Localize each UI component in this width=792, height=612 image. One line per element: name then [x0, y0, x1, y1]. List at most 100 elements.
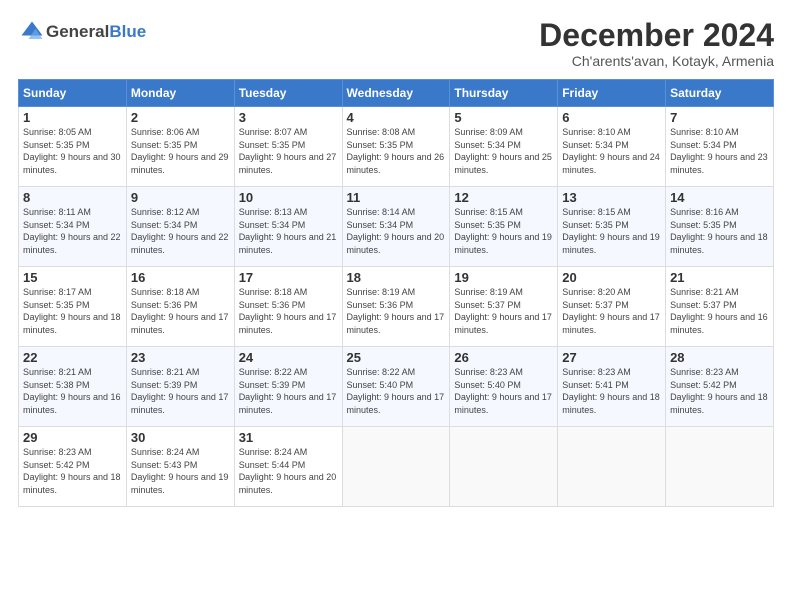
day-number: 3 [239, 110, 338, 125]
table-row: 5Sunrise: 8:09 AM Sunset: 5:34 PM Daylig… [450, 107, 558, 187]
table-row [342, 427, 450, 507]
day-number: 12 [454, 190, 553, 205]
table-row: 25Sunrise: 8:22 AM Sunset: 5:40 PM Dayli… [342, 347, 450, 427]
table-row: 4Sunrise: 8:08 AM Sunset: 5:35 PM Daylig… [342, 107, 450, 187]
logo-blue-text: Blue [109, 22, 146, 42]
table-row: 8Sunrise: 8:11 AM Sunset: 5:34 PM Daylig… [19, 187, 127, 267]
day-number: 7 [670, 110, 769, 125]
calendar-week-row: 29Sunrise: 8:23 AM Sunset: 5:42 PM Dayli… [19, 427, 774, 507]
table-row: 26Sunrise: 8:23 AM Sunset: 5:40 PM Dayli… [450, 347, 558, 427]
calendar-week-row: 8Sunrise: 8:11 AM Sunset: 5:34 PM Daylig… [19, 187, 774, 267]
day-number: 8 [23, 190, 122, 205]
calendar-week-row: 15Sunrise: 8:17 AM Sunset: 5:35 PM Dayli… [19, 267, 774, 347]
table-row [558, 427, 666, 507]
cell-details: Sunrise: 8:13 AM Sunset: 5:34 PM Dayligh… [239, 206, 338, 256]
col-thursday: Thursday [450, 80, 558, 107]
day-number: 17 [239, 270, 338, 285]
day-number: 19 [454, 270, 553, 285]
cell-details: Sunrise: 8:06 AM Sunset: 5:35 PM Dayligh… [131, 126, 230, 176]
table-row: 19Sunrise: 8:19 AM Sunset: 5:37 PM Dayli… [450, 267, 558, 347]
calendar-header-row: Sunday Monday Tuesday Wednesday Thursday… [19, 80, 774, 107]
cell-details: Sunrise: 8:19 AM Sunset: 5:36 PM Dayligh… [347, 286, 446, 336]
table-row: 22Sunrise: 8:21 AM Sunset: 5:38 PM Dayli… [19, 347, 127, 427]
calendar-week-row: 22Sunrise: 8:21 AM Sunset: 5:38 PM Dayli… [19, 347, 774, 427]
day-number: 18 [347, 270, 446, 285]
table-row: 11Sunrise: 8:14 AM Sunset: 5:34 PM Dayli… [342, 187, 450, 267]
table-row: 29Sunrise: 8:23 AM Sunset: 5:42 PM Dayli… [19, 427, 127, 507]
cell-details: Sunrise: 8:19 AM Sunset: 5:37 PM Dayligh… [454, 286, 553, 336]
logo-icon [18, 18, 46, 46]
logo: GeneralBlue [18, 18, 146, 46]
cell-details: Sunrise: 8:20 AM Sunset: 5:37 PM Dayligh… [562, 286, 661, 336]
day-number: 6 [562, 110, 661, 125]
day-number: 15 [23, 270, 122, 285]
day-number: 1 [23, 110, 122, 125]
cell-details: Sunrise: 8:23 AM Sunset: 5:42 PM Dayligh… [23, 446, 122, 496]
col-wednesday: Wednesday [342, 80, 450, 107]
day-number: 22 [23, 350, 122, 365]
table-row: 2Sunrise: 8:06 AM Sunset: 5:35 PM Daylig… [126, 107, 234, 187]
table-row: 21Sunrise: 8:21 AM Sunset: 5:37 PM Dayli… [666, 267, 774, 347]
cell-details: Sunrise: 8:09 AM Sunset: 5:34 PM Dayligh… [454, 126, 553, 176]
day-number: 26 [454, 350, 553, 365]
day-number: 31 [239, 430, 338, 445]
day-number: 10 [239, 190, 338, 205]
table-row: 30Sunrise: 8:24 AM Sunset: 5:43 PM Dayli… [126, 427, 234, 507]
day-number: 14 [670, 190, 769, 205]
cell-details: Sunrise: 8:21 AM Sunset: 5:39 PM Dayligh… [131, 366, 230, 416]
table-row: 31Sunrise: 8:24 AM Sunset: 5:44 PM Dayli… [234, 427, 342, 507]
title-block: December 2024 Ch'arents'avan, Kotayk, Ar… [539, 18, 774, 69]
main-title: December 2024 [539, 18, 774, 53]
table-row: 20Sunrise: 8:20 AM Sunset: 5:37 PM Dayli… [558, 267, 666, 347]
col-sunday: Sunday [19, 80, 127, 107]
cell-details: Sunrise: 8:10 AM Sunset: 5:34 PM Dayligh… [562, 126, 661, 176]
cell-details: Sunrise: 8:22 AM Sunset: 5:40 PM Dayligh… [347, 366, 446, 416]
cell-details: Sunrise: 8:18 AM Sunset: 5:36 PM Dayligh… [131, 286, 230, 336]
table-row: 24Sunrise: 8:22 AM Sunset: 5:39 PM Dayli… [234, 347, 342, 427]
table-row: 23Sunrise: 8:21 AM Sunset: 5:39 PM Dayli… [126, 347, 234, 427]
day-number: 4 [347, 110, 446, 125]
day-number: 21 [670, 270, 769, 285]
cell-details: Sunrise: 8:11 AM Sunset: 5:34 PM Dayligh… [23, 206, 122, 256]
cell-details: Sunrise: 8:21 AM Sunset: 5:37 PM Dayligh… [670, 286, 769, 336]
table-row [666, 427, 774, 507]
cell-details: Sunrise: 8:24 AM Sunset: 5:44 PM Dayligh… [239, 446, 338, 496]
table-row: 27Sunrise: 8:23 AM Sunset: 5:41 PM Dayli… [558, 347, 666, 427]
table-row: 7Sunrise: 8:10 AM Sunset: 5:34 PM Daylig… [666, 107, 774, 187]
cell-details: Sunrise: 8:15 AM Sunset: 5:35 PM Dayligh… [454, 206, 553, 256]
cell-details: Sunrise: 8:24 AM Sunset: 5:43 PM Dayligh… [131, 446, 230, 496]
day-number: 24 [239, 350, 338, 365]
day-number: 16 [131, 270, 230, 285]
table-row: 18Sunrise: 8:19 AM Sunset: 5:36 PM Dayli… [342, 267, 450, 347]
cell-details: Sunrise: 8:16 AM Sunset: 5:35 PM Dayligh… [670, 206, 769, 256]
day-number: 20 [562, 270, 661, 285]
day-number: 28 [670, 350, 769, 365]
page: GeneralBlue December 2024 Ch'arents'avan… [0, 0, 792, 612]
day-number: 25 [347, 350, 446, 365]
calendar-week-row: 1Sunrise: 8:05 AM Sunset: 5:35 PM Daylig… [19, 107, 774, 187]
cell-details: Sunrise: 8:08 AM Sunset: 5:35 PM Dayligh… [347, 126, 446, 176]
table-row: 12Sunrise: 8:15 AM Sunset: 5:35 PM Dayli… [450, 187, 558, 267]
day-number: 30 [131, 430, 230, 445]
cell-details: Sunrise: 8:14 AM Sunset: 5:34 PM Dayligh… [347, 206, 446, 256]
table-row: 13Sunrise: 8:15 AM Sunset: 5:35 PM Dayli… [558, 187, 666, 267]
header: GeneralBlue December 2024 Ch'arents'avan… [18, 18, 774, 69]
day-number: 2 [131, 110, 230, 125]
day-number: 29 [23, 430, 122, 445]
table-row [450, 427, 558, 507]
table-row: 14Sunrise: 8:16 AM Sunset: 5:35 PM Dayli… [666, 187, 774, 267]
table-row: 17Sunrise: 8:18 AM Sunset: 5:36 PM Dayli… [234, 267, 342, 347]
table-row: 28Sunrise: 8:23 AM Sunset: 5:42 PM Dayli… [666, 347, 774, 427]
table-row: 10Sunrise: 8:13 AM Sunset: 5:34 PM Dayli… [234, 187, 342, 267]
cell-details: Sunrise: 8:23 AM Sunset: 5:40 PM Dayligh… [454, 366, 553, 416]
table-row: 16Sunrise: 8:18 AM Sunset: 5:36 PM Dayli… [126, 267, 234, 347]
table-row: 15Sunrise: 8:17 AM Sunset: 5:35 PM Dayli… [19, 267, 127, 347]
table-row: 6Sunrise: 8:10 AM Sunset: 5:34 PM Daylig… [558, 107, 666, 187]
col-friday: Friday [558, 80, 666, 107]
cell-details: Sunrise: 8:17 AM Sunset: 5:35 PM Dayligh… [23, 286, 122, 336]
day-number: 5 [454, 110, 553, 125]
table-row: 9Sunrise: 8:12 AM Sunset: 5:34 PM Daylig… [126, 187, 234, 267]
table-row: 3Sunrise: 8:07 AM Sunset: 5:35 PM Daylig… [234, 107, 342, 187]
cell-details: Sunrise: 8:15 AM Sunset: 5:35 PM Dayligh… [562, 206, 661, 256]
col-saturday: Saturday [666, 80, 774, 107]
